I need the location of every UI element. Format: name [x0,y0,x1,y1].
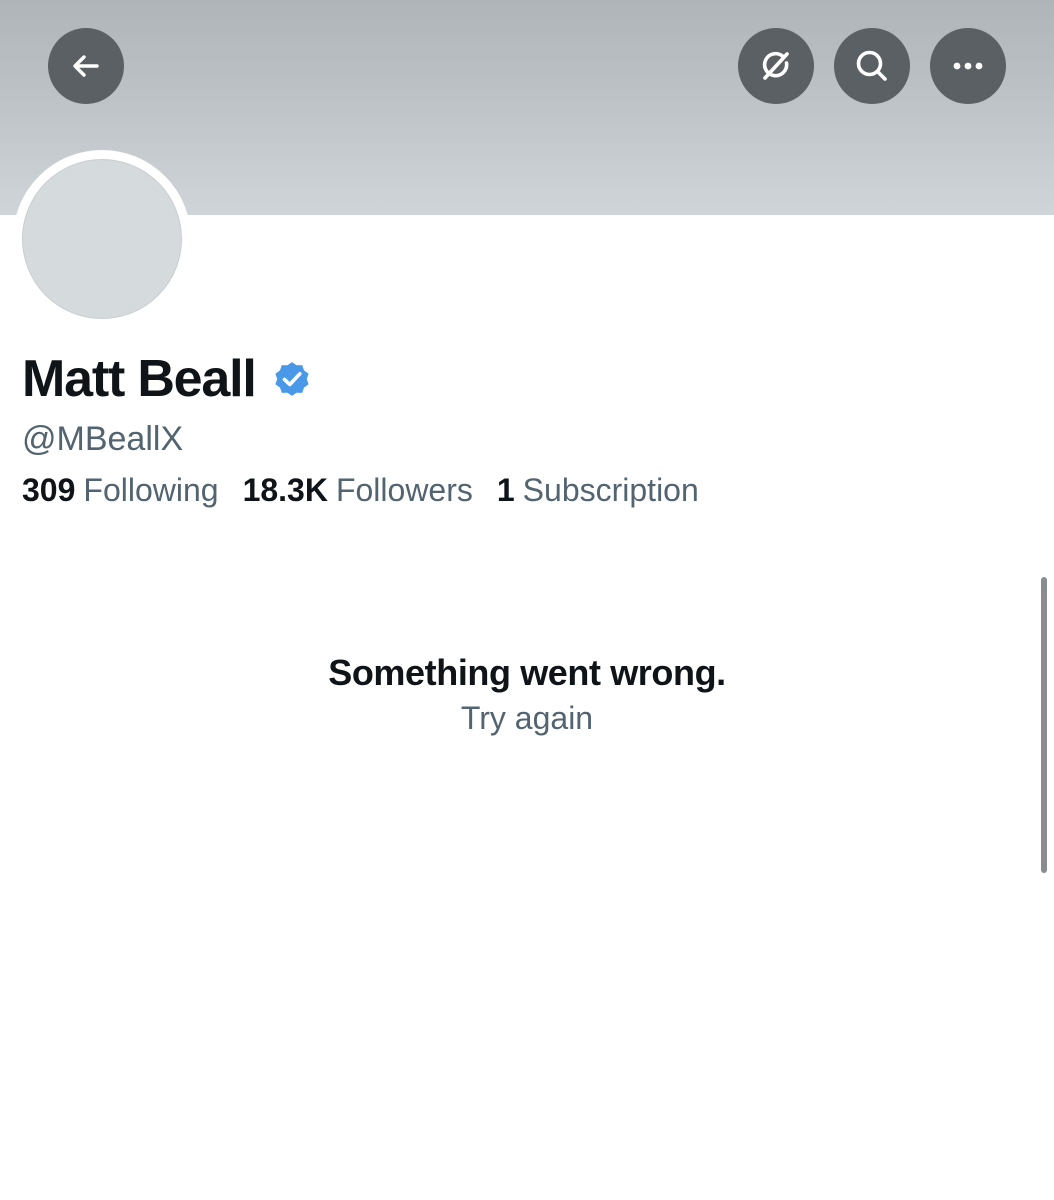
search-button[interactable] [834,28,910,104]
more-button[interactable] [930,28,1006,104]
followers-label: Followers [335,472,473,508]
username-handle: @MBeallX [22,420,184,458]
search-icon [856,50,887,81]
followers-link[interactable]: 18.3K Followers [243,472,473,509]
profile-stats: 309 Following 18.3K Followers 1 Subscrip… [22,472,699,509]
back-button[interactable] [48,28,124,104]
following-label: Following [83,472,219,508]
more-horizontal-icon [953,62,983,70]
display-name: Matt Beall [22,350,257,408]
name-row: Matt Beall [22,348,312,410]
following-count: 309 [22,472,76,508]
followers-count: 18.3K [242,472,328,508]
scrollbar-thumb[interactable] [1041,577,1047,873]
subscriptions-label: Subscription [522,472,699,508]
profile-page: Matt Beall @MBeallX 309 Following 18.3K … [0,0,1054,1200]
verified-badge-icon[interactable] [272,359,312,399]
arrow-left-icon [73,55,99,77]
error-message-block: Something went wrong. Try again [0,652,1054,737]
try-again-button[interactable]: Try again [461,700,593,737]
subscriptions-link[interactable]: 1 Subscription [497,472,699,509]
error-title: Something went wrong. [328,652,726,693]
avatar[interactable] [22,159,182,319]
following-link[interactable]: 309 Following [22,472,219,509]
subscriptions-count: 1 [496,472,515,508]
grok-icon [762,51,789,80]
grok-button[interactable] [738,28,814,104]
